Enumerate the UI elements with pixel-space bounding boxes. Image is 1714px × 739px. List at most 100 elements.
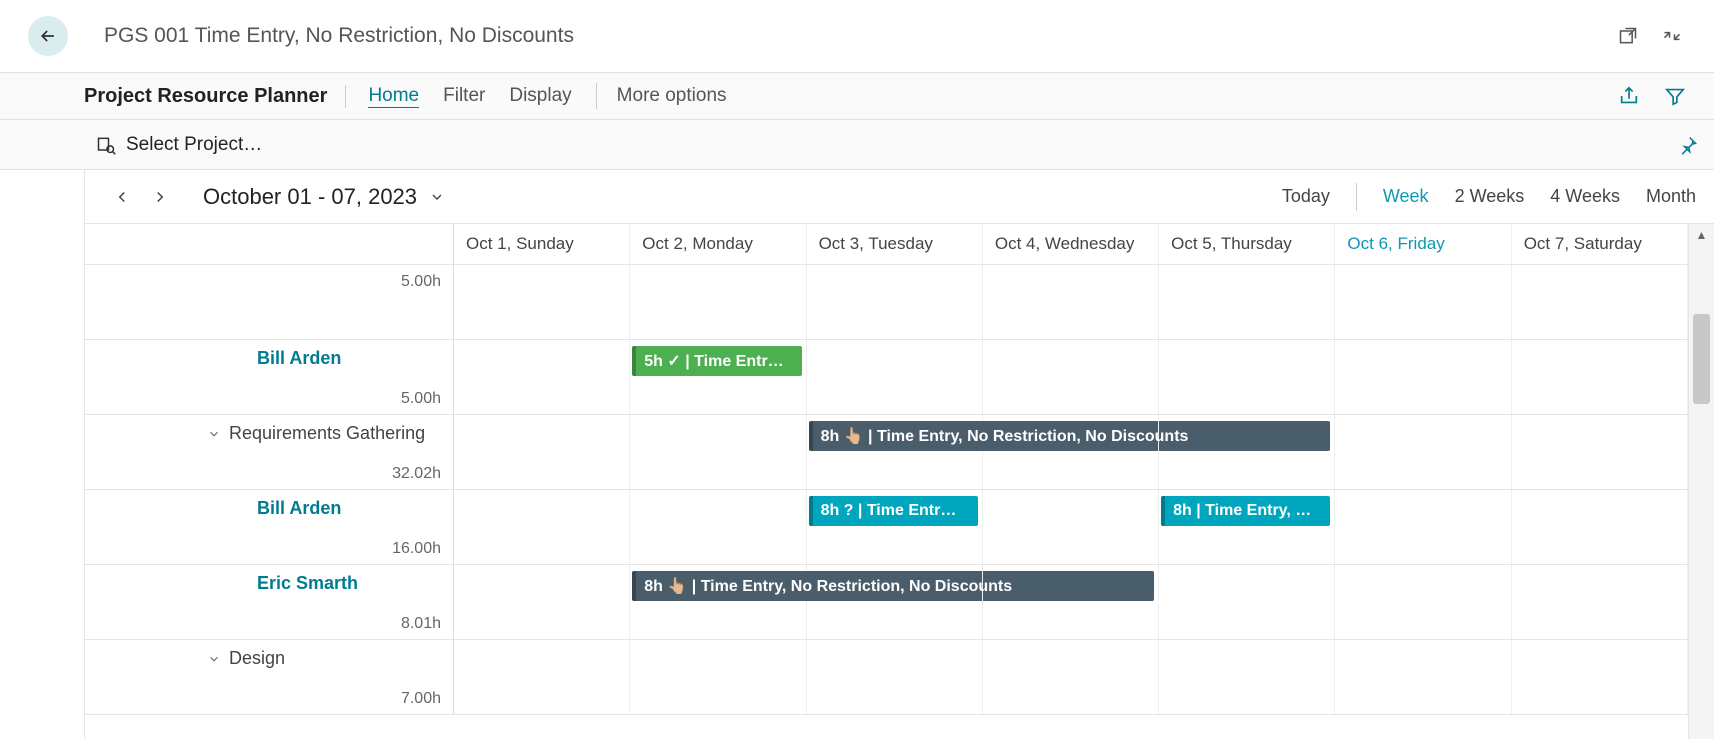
planner-event[interactable]: 8h | Time Entry, … [1161, 496, 1330, 526]
menu-filter[interactable]: Filter [443, 85, 485, 107]
day-cell[interactable] [1335, 340, 1511, 414]
day-cell[interactable] [1335, 640, 1511, 714]
col-header: Oct 4, Wednesday [983, 224, 1159, 264]
date-range-label: October 01 - 07, 2023 [203, 184, 417, 210]
date-range-picker[interactable]: October 01 - 07, 2023 [203, 184, 445, 210]
task-name[interactable]: Requirements Gathering [97, 423, 441, 444]
day-cell[interactable]: 8h 👆🏼 | Time Entry, No Restriction, No D… [807, 415, 983, 489]
day-cell[interactable] [1159, 565, 1335, 639]
day-cell[interactable] [454, 490, 630, 564]
day-cell[interactable] [1512, 490, 1688, 564]
share-button[interactable] [1618, 85, 1640, 107]
day-cell[interactable] [1335, 265, 1511, 339]
open-new-window-button[interactable] [1618, 26, 1638, 46]
prev-range-button[interactable] [103, 182, 141, 212]
chevron-left-icon [113, 188, 131, 206]
day-cell[interactable] [454, 415, 630, 489]
resource-name[interactable]: Eric Smarth [97, 573, 441, 594]
planner-event[interactable]: 8h ? | Time Entr… [809, 496, 978, 526]
day-cell[interactable] [807, 340, 983, 414]
planner: October 01 - 07, 2023 Today Week 2 Weeks… [84, 170, 1714, 739]
day-cell[interactable] [1335, 415, 1511, 489]
day-cell[interactable] [807, 640, 983, 714]
day-cell[interactable]: 8h ? | Time Entr… [807, 490, 983, 564]
day-cell[interactable] [454, 340, 630, 414]
view-4weeks[interactable]: 4 Weeks [1550, 186, 1620, 207]
day-cell[interactable] [983, 340, 1159, 414]
today-button[interactable]: Today [1282, 186, 1330, 207]
day-cell[interactable] [983, 265, 1159, 339]
select-project-link[interactable]: Select Project… [126, 134, 262, 156]
day-cell[interactable]: 5h ✓ | Time Entr… [630, 340, 806, 414]
day-cell[interactable]: 8h 👆🏼 | Time Entry, No Restriction, No D… [630, 565, 806, 639]
row-hours: 16.00h [392, 540, 441, 558]
scroll-thumb[interactable] [1693, 314, 1710, 404]
resource-name[interactable]: Bill Arden [97, 348, 441, 369]
resource-name[interactable]: Bill Arden [97, 498, 441, 519]
module-title: Project Resource Planner [84, 85, 346, 108]
title-actions [1618, 26, 1686, 46]
row-label-cell: Bill Arden 16.00h [85, 490, 454, 564]
day-cell[interactable] [983, 415, 1159, 489]
day-cell[interactable] [454, 640, 630, 714]
planner-grid[interactable]: Oct 1, Sunday Oct 2, Monday Oct 3, Tuesd… [85, 224, 1688, 739]
view-month[interactable]: Month [1646, 186, 1696, 207]
arrow-left-icon [38, 26, 58, 46]
day-cell[interactable] [1512, 265, 1688, 339]
back-button[interactable] [28, 16, 68, 56]
day-cell[interactable] [454, 565, 630, 639]
day-cell[interactable] [630, 265, 806, 339]
select-project-row: Select Project… [0, 120, 1714, 170]
day-cell[interactable] [630, 490, 806, 564]
task-name[interactable]: Design [97, 648, 441, 669]
planner-row: Design 7.00h [85, 640, 1688, 715]
day-cell[interactable] [1512, 640, 1688, 714]
day-cell[interactable] [1335, 490, 1511, 564]
planner-row: Bill Arden5.00h5h ✓ | Time Entr… [85, 340, 1688, 415]
collapse-icon [1662, 26, 1682, 46]
filter-toggle-button[interactable] [1664, 85, 1686, 107]
funnel-icon [1664, 85, 1686, 107]
day-cell[interactable] [454, 265, 630, 339]
collapse-button[interactable] [1662, 26, 1682, 46]
row-label-cell: 5.00h [85, 265, 454, 339]
day-cell[interactable] [1512, 340, 1688, 414]
row-hours: 32.02h [392, 465, 441, 483]
col-header: Oct 5, Thursday [1159, 224, 1335, 264]
col-header: Oct 3, Tuesday [807, 224, 983, 264]
day-cell[interactable] [630, 640, 806, 714]
day-cell[interactable] [807, 565, 983, 639]
planner-event[interactable]: 5h ✓ | Time Entr… [632, 346, 801, 376]
day-cell[interactable]: 8h | Time Entry, … [1159, 490, 1335, 564]
chevron-right-icon [151, 188, 169, 206]
day-cell[interactable] [1159, 265, 1335, 339]
chevron-down-icon[interactable] [207, 652, 221, 666]
day-cell[interactable] [630, 415, 806, 489]
day-cell[interactable] [983, 490, 1159, 564]
row-label-cell: Design 7.00h [85, 640, 454, 714]
view-week[interactable]: Week [1383, 186, 1429, 207]
chevron-down-icon[interactable] [207, 427, 221, 441]
page-title: PGS 001 Time Entry, No Restriction, No D… [104, 24, 574, 48]
share-icon [1618, 85, 1640, 107]
day-cell[interactable] [983, 565, 1159, 639]
day-cell[interactable] [1159, 415, 1335, 489]
col-header: Oct 1, Sunday [454, 224, 630, 264]
menu-home[interactable]: Home [368, 85, 419, 108]
menu-display[interactable]: Display [509, 85, 571, 107]
planner-row: 5.00h [85, 265, 1688, 340]
day-cell[interactable] [1512, 565, 1688, 639]
menu-more-options[interactable]: More options [617, 85, 727, 107]
day-cell[interactable] [807, 265, 983, 339]
day-cell[interactable] [1335, 565, 1511, 639]
pin-button[interactable] [1678, 135, 1698, 155]
view-2weeks[interactable]: 2 Weeks [1455, 186, 1525, 207]
vertical-scrollbar[interactable]: ▲ [1688, 224, 1714, 739]
row-hours: 7.00h [401, 690, 441, 708]
day-cell[interactable] [1512, 415, 1688, 489]
scroll-up-icon: ▲ [1696, 228, 1708, 242]
day-cell[interactable] [1159, 640, 1335, 714]
day-cell[interactable] [1159, 340, 1335, 414]
next-range-button[interactable] [141, 182, 179, 212]
day-cell[interactable] [983, 640, 1159, 714]
